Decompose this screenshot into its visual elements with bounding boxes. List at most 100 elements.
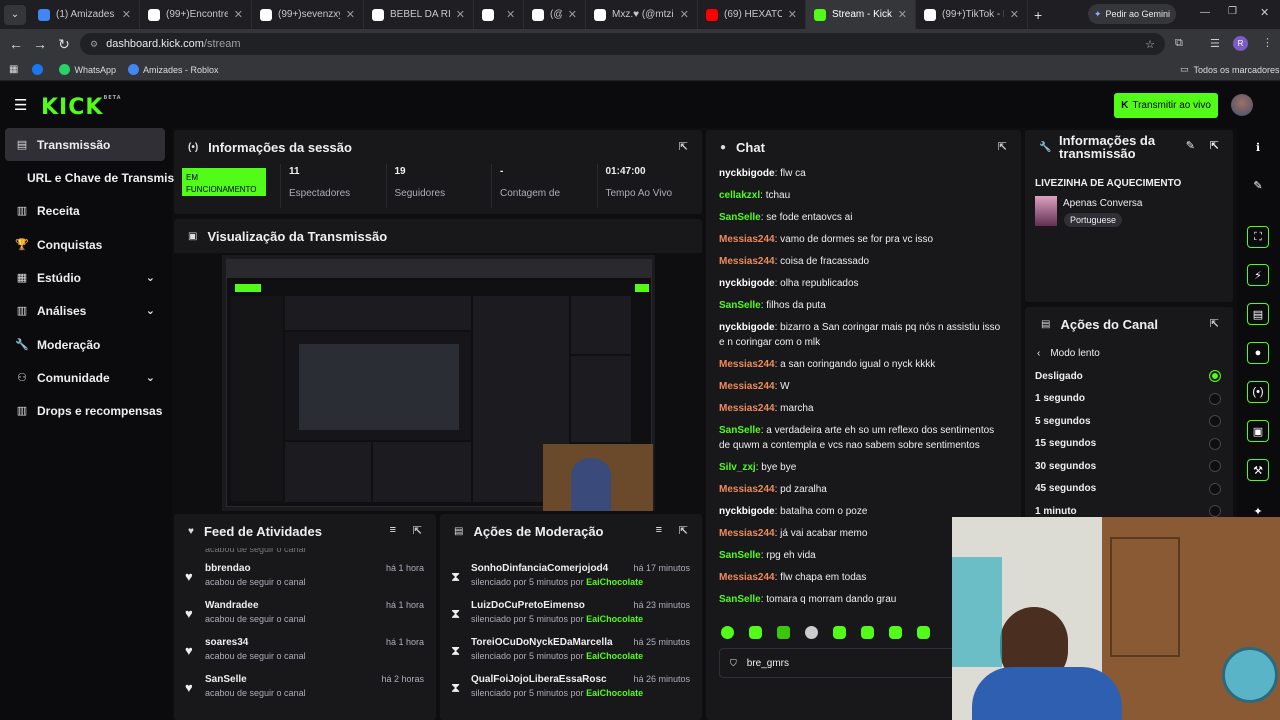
popout-icon[interactable]: ⇱: [679, 524, 688, 537]
sidebar-item[interactable]: ▥ Drops e recompensas: [5, 394, 165, 427]
hamburger-menu-icon[interactable]: ☰: [14, 96, 27, 114]
close-tab-icon[interactable]: ✕: [500, 8, 515, 21]
close-tab-icon[interactable]: ✕: [562, 8, 577, 21]
chat-username[interactable]: Messias244: [719, 359, 775, 370]
panel-icon[interactable]: ▣: [1247, 420, 1269, 442]
bookmark-facebook[interactable]: [32, 64, 47, 75]
browser-tab[interactable]: (1) Amizades - Ro✕: [30, 0, 140, 29]
moderator-name[interactable]: EaiChocolate: [586, 614, 643, 624]
radio-button[interactable]: [1209, 482, 1221, 495]
chat-username[interactable]: SanSelle: [719, 300, 761, 311]
browser-tab[interactable]: Mxz.♥ (@mtzin ✕: [586, 0, 698, 29]
broadcast-icon[interactable]: (•): [1247, 381, 1269, 403]
bookmark-star-icon[interactable]: ☆: [1145, 38, 1155, 51]
popout-icon[interactable]: ⇱: [1210, 317, 1219, 330]
browser-tab[interactable]: (99+)TikTok - Ma✕: [916, 0, 1028, 29]
close-tab-icon[interactable]: ✕: [892, 8, 907, 21]
chat-username[interactable]: Messias244: [719, 528, 775, 539]
bookmark-item[interactable]: Amizades - Roblox: [127, 64, 219, 75]
info-icon[interactable]: ℹ: [1247, 136, 1269, 158]
emote-icon[interactable]: [721, 626, 734, 639]
chat-username[interactable]: nyckbigode: [719, 278, 775, 289]
site-info-icon[interactable]: ⚙: [90, 39, 98, 50]
stream-preview-video[interactable]: [222, 255, 655, 511]
slow-mode-option[interactable]: 1 segundo: [1025, 388, 1233, 411]
filter-icon[interactable]: ≡: [390, 524, 396, 536]
radio-button[interactable]: [1209, 415, 1221, 427]
radio-button[interactable]: [1209, 505, 1221, 517]
chat-username[interactable]: SanSelle: [719, 425, 761, 436]
close-tab-icon[interactable]: ✕: [1004, 8, 1019, 21]
close-tab-icon[interactable]: ✕: [116, 8, 131, 21]
close-tab-icon[interactable]: ✕: [228, 8, 243, 21]
browser-tab[interactable]: BEBEL DA RIPA (@✕: [364, 0, 474, 29]
chat-username[interactable]: SanSelle: [719, 594, 761, 605]
popout-icon[interactable]: ⇱: [998, 140, 1007, 153]
browser-tab[interactable]: (69) HEXATOMBE✕: [698, 0, 806, 29]
extensions-icon[interactable]: ⧉: [1175, 37, 1183, 50]
tab-search-list-icon[interactable]: ☰: [1210, 37, 1220, 50]
close-tab-icon[interactable]: ✕: [674, 8, 689, 21]
chat-username[interactable]: SanSelle: [719, 212, 761, 223]
radio-button[interactable]: [1209, 370, 1221, 382]
radio-button[interactable]: [1209, 392, 1221, 405]
wrench-icon[interactable]: ⚒: [1247, 459, 1269, 481]
emote-icon[interactable]: [889, 626, 902, 639]
bookmark-item[interactable]: WhatsApp: [59, 64, 116, 75]
chat-input[interactable]: ⛉ bre_gmrs: [719, 648, 959, 678]
chat-username[interactable]: Messias244: [719, 403, 775, 414]
edit-icon[interactable]: ✎: [1186, 140, 1195, 153]
menu-icon[interactable]: ⋮: [1262, 36, 1273, 49]
reload-icon[interactable]: ↻: [52, 36, 76, 53]
emote-icon[interactable]: [917, 626, 930, 639]
close-tab-icon[interactable]: ✕: [450, 8, 465, 21]
all-bookmarks[interactable]: ▭ Todos os marcadores: [1180, 64, 1280, 75]
restore-button[interactable]: ❐: [1228, 6, 1237, 17]
slow-mode-option[interactable]: 5 segundos: [1025, 410, 1233, 433]
fullscreen-icon[interactable]: ⛶: [1247, 226, 1269, 248]
close-tab-icon[interactable]: ✕: [340, 8, 355, 21]
sidebar-item[interactable]: ▤ Transmissão: [5, 128, 165, 161]
back-icon[interactable]: ←: [4, 36, 28, 52]
chevron-down-icon[interactable]: ⌄: [146, 371, 155, 384]
sidebar-item[interactable]: ▥ Receita: [5, 194, 165, 227]
browser-tab[interactable]: Stream - Kick Dash✕: [806, 0, 916, 29]
kick-logo[interactable]: KICKBETA: [41, 95, 122, 120]
close-window-button[interactable]: ✕: [1260, 6, 1269, 19]
go-live-button[interactable]: K Transmitir ao vivo: [1114, 93, 1218, 118]
forward-icon[interactable]: →: [28, 36, 52, 52]
sidebar-item[interactable]: URL e Chave de Transmissão: [5, 161, 175, 194]
chat-username[interactable]: Silv_zxj: [719, 462, 756, 473]
browser-tab[interactable]: (99+)sevenzxy (@✕: [252, 0, 364, 29]
chat-username[interactable]: cellakzxl: [719, 190, 760, 201]
sidebar-item[interactable]: ▥ Análises ⌄: [5, 294, 165, 327]
chat-username[interactable]: nyckbigode: [719, 506, 775, 517]
close-tab-icon[interactable]: ✕: [782, 8, 797, 21]
chat-username[interactable]: Messias244: [719, 484, 775, 495]
radio-button[interactable]: [1209, 437, 1221, 450]
chat-username[interactable]: Messias244: [719, 381, 775, 392]
apps-icon[interactable]: ▦: [9, 64, 18, 75]
moderator-name[interactable]: EaiChocolate: [586, 651, 643, 661]
browser-tab[interactable]: (99+)Encontre 'A✕: [140, 0, 252, 29]
moderator-name[interactable]: EaiChocolate: [586, 688, 643, 698]
slow-mode-option[interactable]: 30 segundos: [1025, 455, 1233, 478]
sidebar-item[interactable]: 🔧 Moderação: [5, 328, 165, 361]
minimize-button[interactable]: —: [1200, 7, 1210, 18]
popout-icon[interactable]: ⇱: [679, 140, 688, 153]
url-input[interactable]: ⚙ dashboard.kick.com/stream ☆: [80, 33, 1165, 55]
popout-icon[interactable]: ⇱: [413, 524, 422, 537]
slow-mode-option[interactable]: 45 segundos: [1025, 478, 1233, 501]
pencil-icon[interactable]: ✎: [1247, 174, 1269, 196]
chevron-down-icon[interactable]: ⌄: [146, 304, 155, 317]
emote-icon[interactable]: [805, 626, 818, 639]
profile-avatar[interactable]: R: [1233, 36, 1248, 51]
slow-mode-option[interactable]: 15 segundos: [1025, 433, 1233, 456]
chat-username[interactable]: SanSelle: [719, 550, 761, 561]
chat-username[interactable]: Messias244: [719, 572, 775, 583]
chat-username[interactable]: Messias244: [719, 234, 775, 245]
emote-icon[interactable]: [749, 626, 762, 639]
emote-icon[interactable]: [861, 626, 874, 639]
browser-tab[interactable]: (99+)✕: [474, 0, 524, 29]
chat-username[interactable]: nyckbigode: [719, 168, 775, 179]
